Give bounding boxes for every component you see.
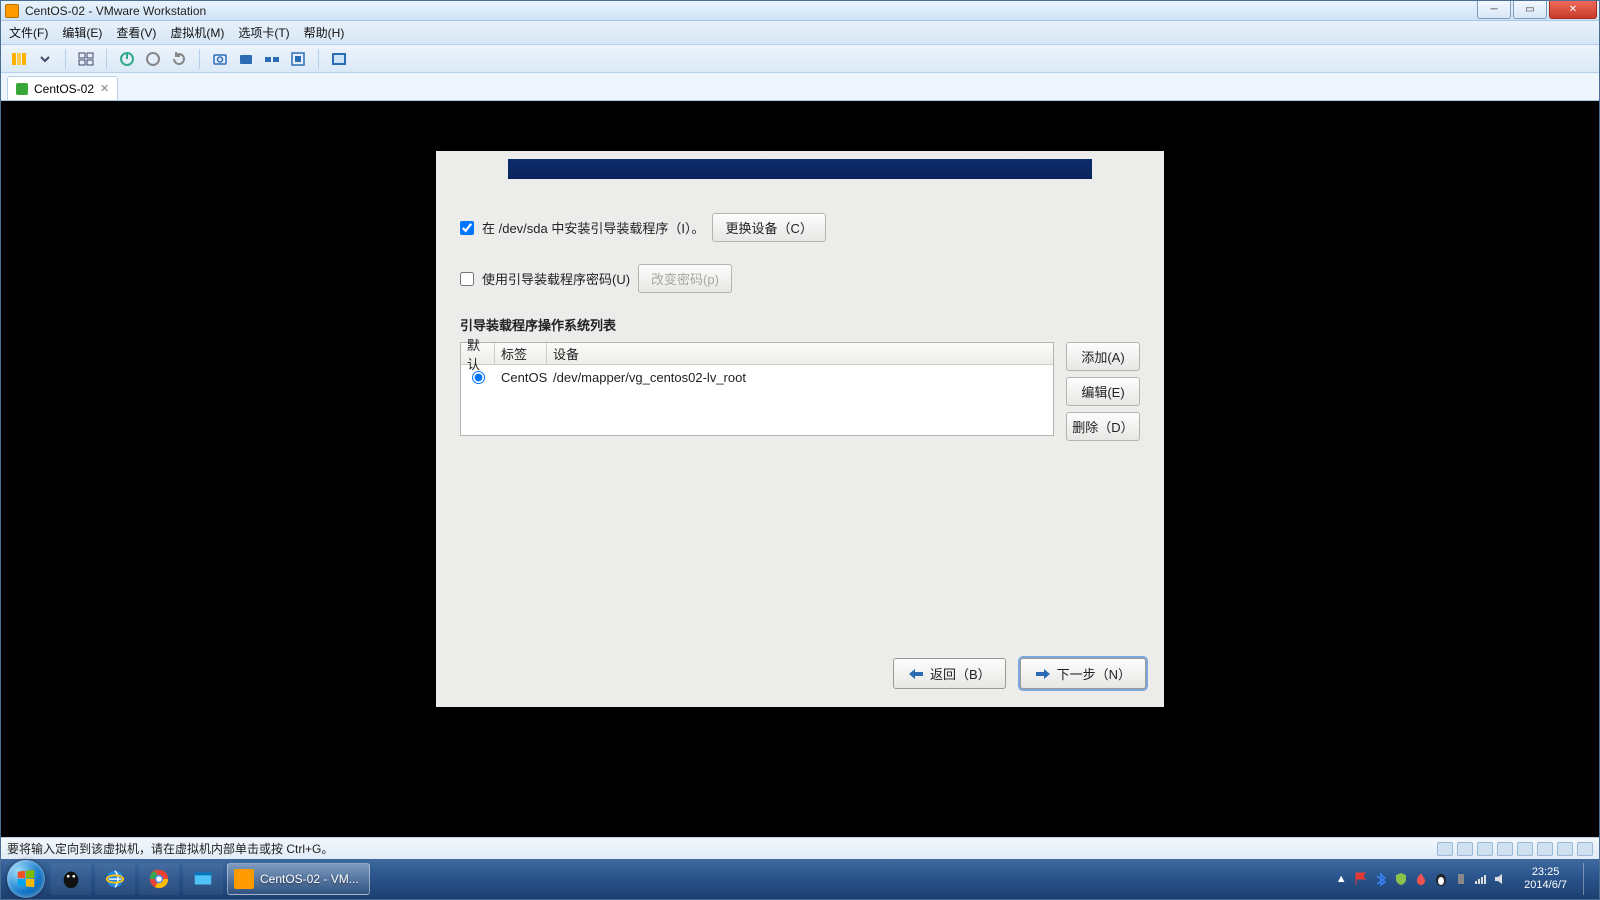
window-maximize-button[interactable]: ▭ bbox=[1513, 1, 1547, 19]
toolbar bbox=[1, 45, 1599, 73]
vm-tab-active[interactable]: CentOS-02 ✕ bbox=[7, 76, 118, 100]
vmware-device-icons bbox=[1437, 842, 1593, 856]
device-usb-icon[interactable] bbox=[1497, 842, 1513, 856]
change-device-button[interactable]: 更换设备（C） bbox=[712, 213, 825, 242]
toolbar-snapshot-manager-icon[interactable] bbox=[262, 49, 282, 69]
tray-volume-icon[interactable] bbox=[1494, 872, 1508, 886]
os-row-device: /dev/mapper/vg_centos02-lv_root bbox=[547, 370, 1053, 385]
tray-clock[interactable]: 23:25 2014/6/7 bbox=[1516, 866, 1575, 892]
window-title: CentOS-02 - VMware Workstation bbox=[25, 4, 206, 18]
next-button[interactable]: 下一步（N） bbox=[1020, 658, 1146, 689]
tray-flag-icon[interactable] bbox=[1354, 872, 1368, 886]
system-tray: ▲ 23:25 2014/6/7 bbox=[1334, 863, 1593, 895]
menu-file[interactable]: 文件(F) bbox=[9, 24, 48, 41]
toolbar-power-on-icon[interactable] bbox=[117, 49, 137, 69]
toolbar-dropdown-icon[interactable] bbox=[35, 49, 55, 69]
device-message-icon[interactable] bbox=[1577, 842, 1593, 856]
taskbar-pin-ie[interactable] bbox=[95, 863, 135, 895]
bootloader-password-label: 使用引导装载程序密码(U) bbox=[482, 269, 630, 288]
os-default-radio[interactable] bbox=[472, 371, 485, 384]
vm-tab-close-icon[interactable]: ✕ bbox=[100, 82, 109, 95]
tray-bluetooth-icon[interactable] bbox=[1374, 872, 1388, 886]
device-network-icon[interactable] bbox=[1477, 842, 1493, 856]
arrow-left-icon bbox=[908, 668, 924, 680]
toolbar-snapshot-revert-icon[interactable] bbox=[236, 49, 256, 69]
vm-tab-label: CentOS-02 bbox=[34, 82, 94, 96]
windows-taskbar: CentOS-02 - VM... ▲ 23:25 2014/6/7 bbox=[1, 859, 1599, 899]
menu-view[interactable]: 查看(V) bbox=[116, 24, 156, 41]
tray-usb-icon[interactable] bbox=[1454, 872, 1468, 886]
toolbar-unity-icon[interactable] bbox=[288, 49, 308, 69]
centos-installer-panel: 在 /dev/sda 中安装引导装载程序（I）。 更换设备（C） 使用引导装载程… bbox=[436, 151, 1164, 707]
change-password-button: 改变密码(p) bbox=[638, 264, 732, 293]
os-list-title: 引导装载程序操作系统列表 bbox=[460, 315, 1140, 334]
os-row-default-radio[interactable] bbox=[461, 371, 495, 384]
taskbar-pin-qq[interactable] bbox=[51, 863, 91, 895]
toolbar-thumbnails-icon[interactable] bbox=[76, 49, 96, 69]
windows-logo-icon bbox=[15, 868, 37, 890]
menu-help[interactable]: 帮助(H) bbox=[304, 24, 345, 41]
vmware-status-hint: 要将输入定向到该虚拟机，请在虚拟机内部单击或按 Ctrl+G。 bbox=[7, 840, 333, 857]
window-titlebar: CentOS-02 - VMware Workstation ─ ▭ ✕ bbox=[1, 1, 1599, 21]
installer-header-banner bbox=[508, 159, 1092, 179]
menu-tabs[interactable]: 选项卡(T) bbox=[238, 24, 289, 41]
tray-network-icon[interactable] bbox=[1474, 872, 1488, 886]
arrow-right-icon bbox=[1035, 668, 1051, 680]
os-row-label: CentOS bbox=[495, 370, 547, 385]
os-col-device[interactable]: 设备 bbox=[547, 343, 1053, 364]
os-col-default[interactable]: 默认 bbox=[461, 343, 495, 364]
vm-tab-icon bbox=[16, 83, 28, 95]
taskbar-pin-explorer[interactable] bbox=[183, 863, 223, 895]
os-list-table[interactable]: 默认 标签 设备 CentOS /dev/mapper/vg_centos02-… bbox=[460, 342, 1054, 436]
device-harddisk-icon[interactable] bbox=[1437, 842, 1453, 856]
device-cdrom-icon[interactable] bbox=[1457, 842, 1473, 856]
menu-bar: 文件(F) 编辑(E) 查看(V) 虚拟机(M) 选项卡(T) 帮助(H) bbox=[1, 21, 1599, 45]
back-button[interactable]: 返回（B） bbox=[893, 658, 1006, 689]
tray-time: 23:25 bbox=[1524, 866, 1567, 879]
os-table-row[interactable]: CentOS /dev/mapper/vg_centos02-lv_root bbox=[461, 365, 1053, 389]
start-button[interactable] bbox=[7, 860, 45, 898]
tray-penguin-icon[interactable] bbox=[1434, 872, 1448, 886]
tray-fire-icon[interactable] bbox=[1414, 872, 1428, 886]
os-col-label[interactable]: 标签 bbox=[495, 343, 547, 364]
toolbar-fullscreen-icon[interactable] bbox=[329, 49, 349, 69]
window-minimize-button[interactable]: ─ bbox=[1477, 1, 1511, 19]
device-display-icon[interactable] bbox=[1557, 842, 1573, 856]
vmware-status-bar: 要将输入定向到该虚拟机，请在虚拟机内部单击或按 Ctrl+G。 bbox=[1, 837, 1599, 859]
window-close-button[interactable]: ✕ bbox=[1549, 1, 1597, 19]
tray-show-hidden-icon[interactable]: ▲ bbox=[1334, 872, 1348, 886]
bootloader-password-row: 使用引导装载程序密码(U) 改变密码(p) bbox=[460, 264, 1140, 293]
os-table-header: 默认 标签 设备 bbox=[461, 343, 1053, 365]
bootloader-password-checkbox[interactable] bbox=[460, 272, 474, 286]
os-delete-button[interactable]: 删除（D） bbox=[1066, 412, 1140, 441]
toolbar-library-icon[interactable] bbox=[9, 49, 29, 69]
vm-tab-bar: CentOS-02 ✕ bbox=[1, 73, 1599, 101]
menu-edit[interactable]: 编辑(E) bbox=[62, 24, 102, 41]
show-desktop-button[interactable] bbox=[1583, 863, 1593, 895]
install-bootloader-label: 在 /dev/sda 中安装引导装载程序（I）。 bbox=[482, 218, 704, 237]
toolbar-reset-icon[interactable] bbox=[169, 49, 189, 69]
device-sound-icon[interactable] bbox=[1517, 842, 1533, 856]
back-button-label: 返回（B） bbox=[930, 664, 991, 683]
os-add-button[interactable]: 添加(A) bbox=[1066, 342, 1140, 371]
install-bootloader-checkbox[interactable] bbox=[460, 221, 474, 235]
vmware-window: CentOS-02 - VMware Workstation ─ ▭ ✕ 文件(… bbox=[0, 0, 1600, 900]
tray-date: 2014/6/7 bbox=[1524, 879, 1567, 892]
guest-display-area[interactable]: 在 /dev/sda 中安装引导装载程序（I）。 更换设备（C） 使用引导装载程… bbox=[1, 101, 1599, 837]
device-printer-icon[interactable] bbox=[1537, 842, 1553, 856]
toolbar-suspend-icon[interactable] bbox=[143, 49, 163, 69]
install-bootloader-row: 在 /dev/sda 中安装引导装载程序（I）。 更换设备（C） bbox=[460, 213, 1140, 242]
taskbar-app-vmware-icon bbox=[234, 869, 254, 889]
menu-vm[interactable]: 虚拟机(M) bbox=[170, 24, 224, 41]
taskbar-app-vmware[interactable]: CentOS-02 - VM... bbox=[227, 863, 370, 895]
toolbar-snapshot-icon[interactable] bbox=[210, 49, 230, 69]
os-edit-button[interactable]: 编辑(E) bbox=[1066, 377, 1140, 406]
next-button-label: 下一步（N） bbox=[1057, 664, 1131, 683]
taskbar-pin-chrome[interactable] bbox=[139, 863, 179, 895]
taskbar-app-vmware-label: CentOS-02 - VM... bbox=[260, 872, 359, 886]
vmware-app-icon bbox=[5, 4, 19, 18]
tray-shield-icon[interactable] bbox=[1394, 872, 1408, 886]
